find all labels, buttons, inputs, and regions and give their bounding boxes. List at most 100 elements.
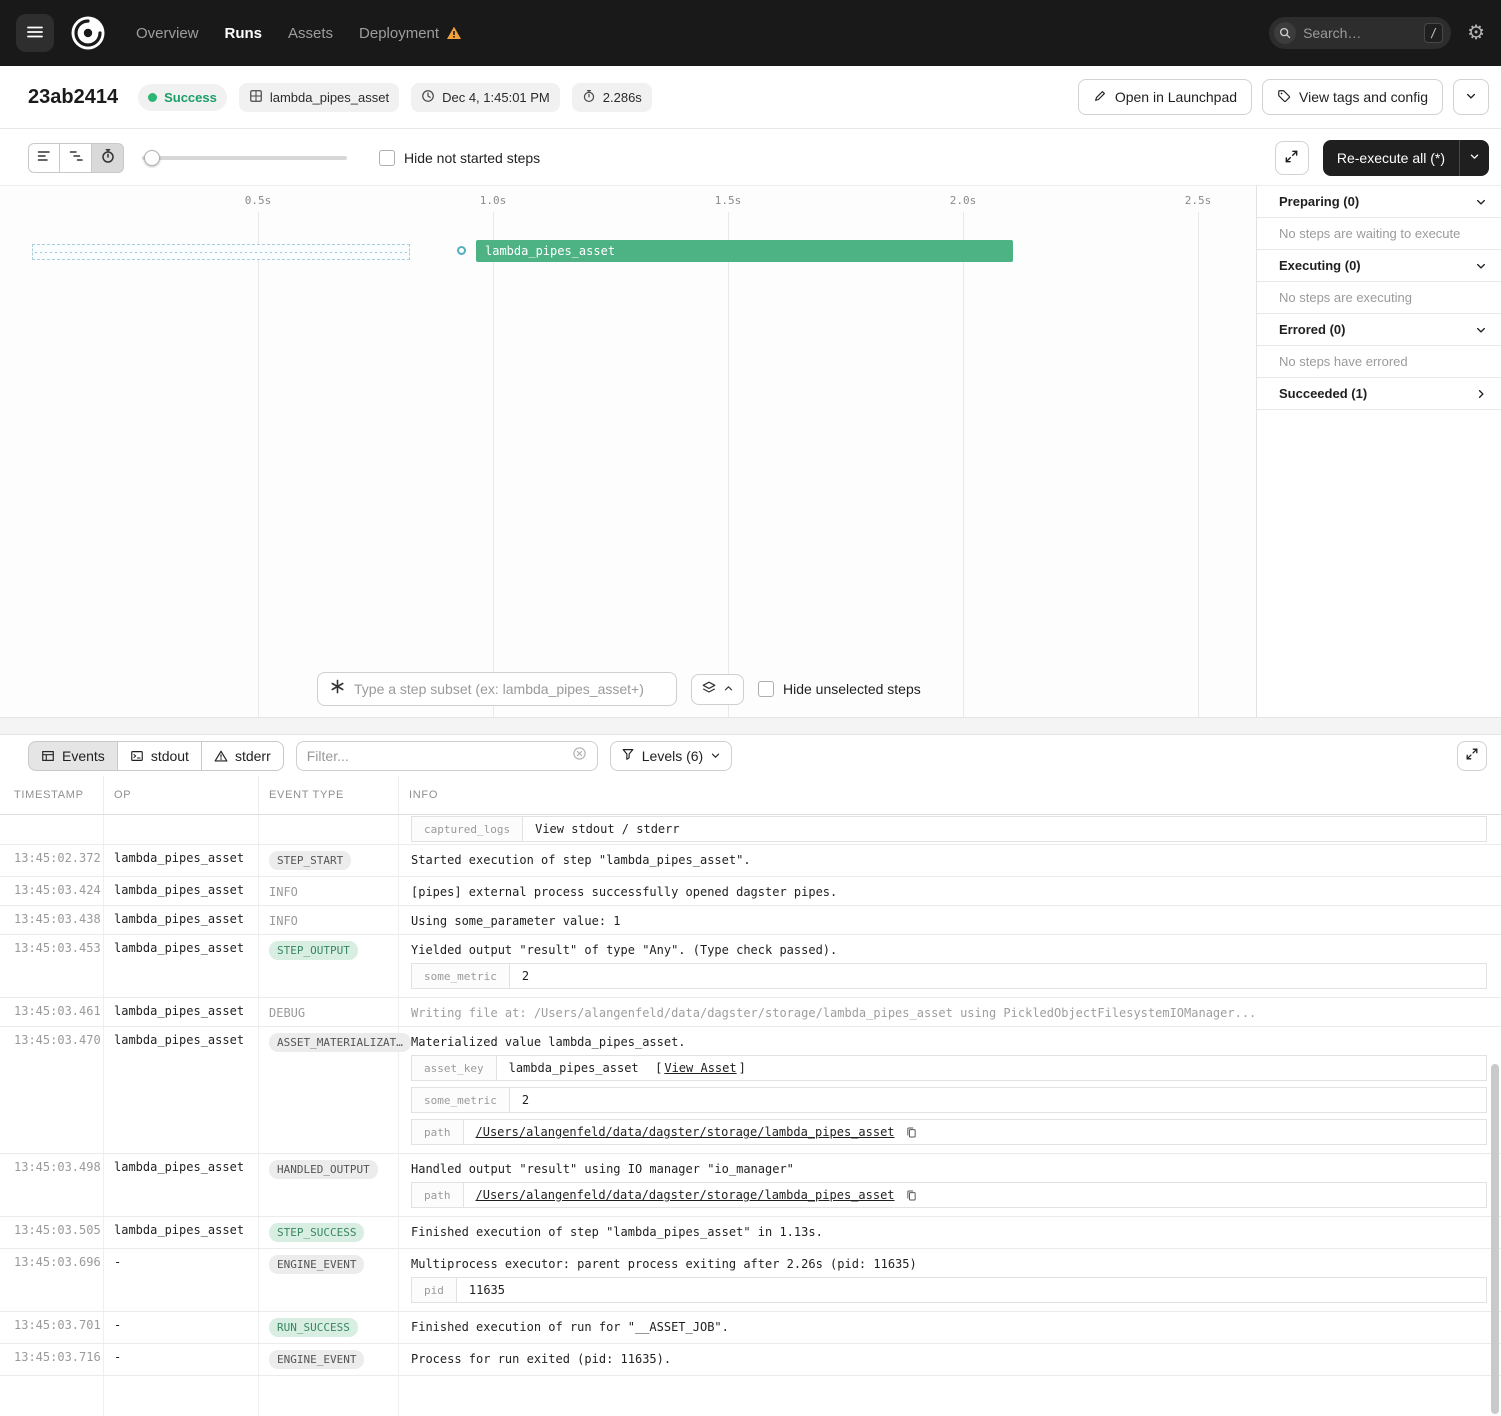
flat-view-icon: [36, 148, 52, 167]
copy-icon[interactable]: [905, 1126, 918, 1139]
log-tab-events[interactable]: Events: [28, 741, 118, 771]
event-type-label: DEBUG: [269, 1004, 305, 1020]
step-panel-section-preparing[interactable]: Preparing (0): [1257, 186, 1501, 218]
event-type-badge: STEP_SUCCESS: [269, 1223, 364, 1242]
hide-unselected-control[interactable]: Hide unselected steps: [758, 681, 921, 697]
log-info: captured_logsView stdout / stderr: [399, 815, 1501, 845]
event-type-badge: STEP_OUTPUT: [269, 941, 358, 960]
view-asset-link[interactable]: View Asset: [664, 1061, 736, 1075]
metadata-value: View stdout / stderr: [523, 817, 692, 841]
chevron-up-icon: [723, 682, 734, 697]
levels-dropdown[interactable]: Levels (6): [610, 741, 732, 771]
clear-filter-icon[interactable]: [572, 746, 587, 766]
log-row[interactable]: 13:45:03.701-RUN_SUCCESSFinished executi…: [0, 1312, 1501, 1344]
step-panel-section-errored[interactable]: Errored (0): [1257, 314, 1501, 346]
log-scrollbar-thumb[interactable]: [1491, 1064, 1499, 1414]
gantt-tick-label: 0.5s: [245, 194, 272, 207]
log-message: Using some_parameter value: 1: [411, 912, 1487, 928]
log-timestamp: 13:45:02.372: [0, 845, 104, 876]
hide-not-started-checkbox[interactable]: [379, 150, 395, 166]
zoom-slider-handle[interactable]: [144, 150, 160, 166]
chevron-right-icon: [1475, 388, 1487, 400]
log-row[interactable]: 13:45:03.716-ENGINE_EVENTProcess for run…: [0, 1344, 1501, 1376]
log-column-header: INFO: [399, 776, 1501, 814]
step-panel-section-executing[interactable]: Executing (0): [1257, 250, 1501, 282]
nav-item-runs[interactable]: Runs: [225, 25, 263, 42]
view-tags-config-button[interactable]: View tags and config: [1262, 79, 1443, 115]
gantt-chart: 0.5s1.0s1.5s2.0s2.5s lambda_pipes_asset …: [0, 185, 1256, 717]
log-filter-input[interactable]: Filter...: [296, 741, 598, 771]
nav-item-assets[interactable]: Assets: [288, 25, 333, 42]
warning-icon: [214, 749, 228, 763]
nav-item-overview[interactable]: Overview: [136, 25, 199, 42]
nav-item-label: Deployment: [359, 25, 439, 42]
nav-item-deployment[interactable]: Deployment: [359, 25, 462, 42]
reexecute-button[interactable]: Re-execute all (*): [1323, 140, 1459, 176]
log-column-header: EVENT TYPE: [259, 776, 399, 814]
asset-tag[interactable]: lambda_pipes_asset: [239, 83, 399, 112]
copy-icon[interactable]: [905, 1189, 918, 1202]
status-label: Success: [164, 90, 217, 105]
zoom-slider[interactable]: [142, 143, 347, 173]
path-link[interactable]: /Users/alangenfeld/data/dagster/storage/…: [476, 1188, 895, 1202]
log-row[interactable]: captured_logsView stdout / stderr: [0, 815, 1501, 845]
dagster-logo-icon[interactable]: [68, 13, 108, 53]
funnel-icon: [621, 747, 635, 764]
gantt-fullscreen-button[interactable]: [1275, 141, 1309, 175]
run-header-more-button[interactable]: [1453, 79, 1489, 115]
nav-right: Search… / ⚙: [1269, 17, 1485, 49]
log-timestamp: 13:45:03.438: [0, 906, 104, 934]
path-link[interactable]: /Users/alangenfeld/data/dagster/storage/…: [476, 1125, 895, 1139]
log-op: -: [104, 1344, 259, 1375]
log-row[interactable]: 13:45:03.505lambda_pipes_assetSTEP_SUCCE…: [0, 1217, 1501, 1249]
search-icon: [1274, 22, 1296, 44]
step-subset-input[interactable]: Type a step subset (ex: lambda_pipes_ass…: [317, 672, 677, 706]
log-row[interactable]: 13:45:03.424lambda_pipes_assetINFO[pipes…: [0, 877, 1501, 906]
log-row[interactable]: 13:45:03.453lambda_pipes_assetSTEP_OUTPU…: [0, 935, 1501, 998]
step-panel-section-body: No steps are waiting to execute: [1257, 218, 1501, 250]
panel-splitter[interactable]: [0, 717, 1501, 735]
log-timestamp: 13:45:03.424: [0, 877, 104, 905]
gantt-mode-waterfall-button[interactable]: [60, 143, 92, 173]
metadata-value-text: lambda_pipes_asset: [509, 1061, 639, 1075]
logs-fullscreen-button[interactable]: [1457, 741, 1487, 771]
menu-button[interactable]: [16, 14, 54, 52]
run-header-actions: Open in Launchpad View tags and config: [1078, 79, 1489, 115]
log-tab-stdout[interactable]: stdout: [118, 741, 202, 771]
log-op: lambda_pipes_asset: [104, 1154, 259, 1216]
log-row[interactable]: 13:45:03.470lambda_pipes_assetASSET_MATE…: [0, 1027, 1501, 1154]
hide-unselected-checkbox[interactable]: [758, 681, 774, 697]
hamburger-icon: [26, 23, 44, 44]
log-timestamp: 13:45:03.505: [0, 1217, 104, 1248]
log-info: Using some_parameter value: 1: [399, 906, 1501, 934]
step-panel-section-succeeded[interactable]: Succeeded (1): [1257, 378, 1501, 410]
gantt-mode-flat-button[interactable]: [28, 143, 60, 173]
graph-query-toggle-button[interactable]: [691, 674, 744, 705]
log-row[interactable]: 13:45:03.696-ENGINE_EVENTMultiprocess ex…: [0, 1249, 1501, 1312]
log-op: lambda_pipes_asset: [104, 998, 259, 1026]
metadata-value: 2: [510, 1088, 541, 1112]
step-panel-section-title: Errored (0): [1279, 322, 1345, 337]
reexecute-dropdown-button[interactable]: [1459, 140, 1489, 176]
log-row[interactable]: 13:45:03.498lambda_pipes_assetHANDLED_OU…: [0, 1154, 1501, 1217]
log-timestamp: 13:45:03.498: [0, 1154, 104, 1216]
metadata-value: /Users/alangenfeld/data/dagster/storage/…: [464, 1120, 930, 1144]
status-badge: Success: [138, 84, 227, 111]
metadata-key: some_metric: [412, 1088, 510, 1112]
log-op: [104, 815, 259, 845]
log-row[interactable]: 13:45:03.461lambda_pipes_assetDEBUGWriti…: [0, 998, 1501, 1027]
gantt-step-bar[interactable]: lambda_pipes_asset: [476, 240, 1013, 262]
log-tab-stderr[interactable]: stderr: [202, 741, 284, 771]
log-row[interactable]: 13:45:03.438lambda_pipes_assetINFOUsing …: [0, 906, 1501, 935]
log-row[interactable]: 13:45:02.372lambda_pipes_assetSTEP_START…: [0, 845, 1501, 877]
gantt-gridline: [963, 212, 964, 717]
open-in-launchpad-button[interactable]: Open in Launchpad: [1078, 79, 1252, 115]
metadata-value: /Users/alangenfeld/data/dagster/storage/…: [464, 1183, 930, 1207]
gantt-mode-timed-button[interactable]: [92, 143, 124, 173]
settings-button[interactable]: ⚙: [1467, 23, 1485, 43]
hide-not-started-control[interactable]: Hide not started steps: [379, 150, 540, 166]
metadata-key: some_metric: [412, 964, 510, 988]
view-tags-config-label: View tags and config: [1299, 89, 1428, 105]
log-message: Multiprocess executor: parent process ex…: [411, 1255, 1487, 1271]
search-input[interactable]: Search… /: [1269, 17, 1451, 49]
